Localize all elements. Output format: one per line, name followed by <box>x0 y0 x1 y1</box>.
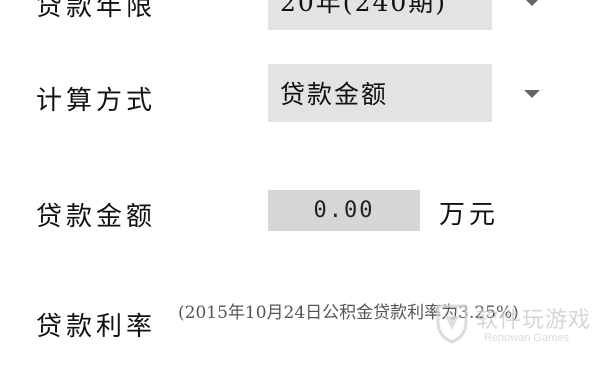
loan-term-value: 20年(240期) <box>280 0 448 17</box>
chevron-down-icon[interactable] <box>524 90 540 98</box>
watermark-subtitle: Renowan Games <box>484 332 569 344</box>
loan-term-select[interactable]: 20年(240期) <box>268 0 492 30</box>
loan-amount-input[interactable]: 0.00 <box>268 190 420 231</box>
loan-term-label: 贷款年限 <box>36 0 157 22</box>
loan-rate-label: 贷款利率 <box>36 312 157 342</box>
calc-method-label: 计算方式 <box>36 86 157 116</box>
loan-amount-label: 贷款金额 <box>36 202 157 232</box>
calc-method-select[interactable]: 贷款金额 <box>268 64 492 122</box>
loan-amount-value: 0.00 <box>313 198 375 223</box>
calc-method-value: 贷款金额 <box>280 80 389 109</box>
chevron-down-icon[interactable] <box>524 0 540 6</box>
loan-rate-note: (2015年10月24日公积金贷款利率为3.25%) <box>178 303 519 323</box>
loan-amount-unit: 万元 <box>439 200 500 230</box>
